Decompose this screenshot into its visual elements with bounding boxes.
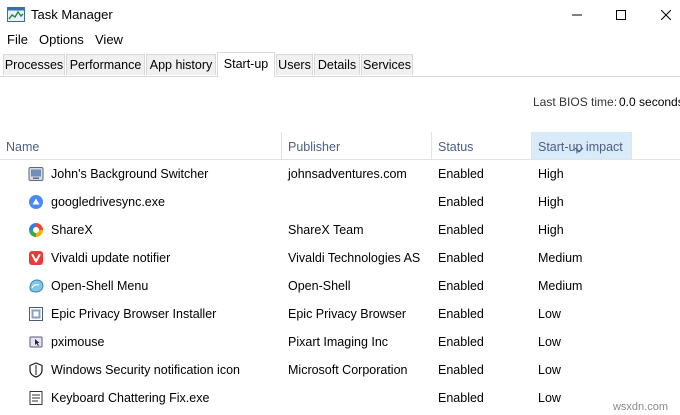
table-row[interactable]: Keyboard Chattering Fix.exe Enabled Low [0,384,680,412]
table-row[interactable]: John's Background Switcher johnsadventur… [0,160,680,188]
column-header-row: Name Publisher Status Start-up impact [0,132,680,160]
task-manager-icon [7,7,25,22]
row-impact: High [538,167,564,181]
menu-options[interactable]: Options [39,32,84,47]
row-name: Epic Privacy Browser Installer [51,307,217,321]
row-status: Enabled [438,167,484,181]
window-title: Task Manager [31,7,113,22]
row-name: ShareX [51,223,93,237]
row-name: Vivaldi update notifier [51,251,171,265]
row-status: Enabled [438,279,484,293]
tab-services[interactable]: Services [361,54,413,75]
sharex-icon [28,222,44,238]
close-button[interactable] [643,0,680,30]
row-name: googledrivesync.exe [51,195,165,209]
menu-file[interactable]: File [7,32,28,47]
row-impact: High [538,223,564,237]
table-row[interactable]: pximouse Pixart Imaging Inc Enabled Low [0,328,680,356]
row-status: Enabled [438,223,484,237]
row-impact: High [538,195,564,209]
last-bios-time-value: 0.0 seconds [619,95,680,109]
row-status: Enabled [438,363,484,377]
google-drive-icon [28,194,44,210]
tab-processes[interactable]: Processes [3,54,65,75]
table-row[interactable]: Vivaldi update notifier Vivaldi Technolo… [0,244,680,272]
table-row[interactable]: ShareX ShareX Team Enabled High [0,216,680,244]
open-shell-icon [28,278,44,294]
column-header-name[interactable]: Name [0,132,281,159]
row-impact: Low [538,363,561,377]
row-status: Enabled [438,251,484,265]
vivaldi-icon [28,250,44,266]
maximize-button[interactable] [598,0,644,30]
minimize-icon [572,14,582,16]
row-status: Enabled [438,335,484,349]
epic-browser-icon [28,306,44,322]
keyboard-fix-icon [28,390,44,406]
watermark: wsxdn.com [612,401,668,413]
table-row[interactable]: Open-Shell Menu Open-Shell Enabled Mediu… [0,272,680,300]
row-publisher: Open-Shell [288,279,351,293]
row-impact: Low [538,391,561,405]
row-status: Enabled [438,195,484,209]
tab-users[interactable]: Users [276,54,313,75]
windows-security-shield-icon [28,362,44,378]
tab-start-up[interactable]: Start-up [217,52,275,77]
row-publisher: ShareX Team [288,223,364,237]
menu-view[interactable]: View [95,32,123,47]
row-name: pximouse [51,335,105,349]
table-row[interactable]: Windows Security notification icon Micro… [0,356,680,384]
minimize-button[interactable] [554,0,600,30]
tab-performance[interactable]: Performance [66,54,145,75]
row-status: Enabled [438,391,484,405]
johns-background-switcher-icon [28,166,44,182]
column-header-status[interactable]: Status [431,132,531,159]
row-impact: Low [538,335,561,349]
row-publisher: Microsoft Corporation [288,363,408,377]
table-row[interactable]: googledrivesync.exe Enabled High [0,188,680,216]
title-bar: Task Manager [0,0,680,30]
tab-bar: Processes Performance App history Start-… [0,52,680,77]
column-header-filler [631,132,680,159]
tab-details[interactable]: Details [314,54,360,75]
row-publisher: Pixart Imaging Inc [288,335,389,349]
pximouse-icon [28,334,44,350]
table-row[interactable]: Epic Privacy Browser Installer Epic Priv… [0,300,680,328]
close-icon [661,10,671,20]
menu-bar: File Options View [0,30,680,50]
row-impact: Medium [538,251,583,265]
tab-app-history[interactable]: App history [146,54,216,75]
row-impact: Medium [538,279,583,293]
row-status: Enabled [438,307,484,321]
row-publisher: Vivaldi Technologies AS [288,251,421,265]
row-name: John's Background Switcher [51,167,209,181]
row-impact: Low [538,307,561,321]
row-publisher: johnsadventures.com [288,167,407,181]
row-name: Keyboard Chattering Fix.exe [51,391,210,405]
column-header-start-up-impact[interactable]: Start-up impact [531,132,631,159]
maximize-icon [616,10,626,20]
row-publisher: Epic Privacy Browser [288,307,407,321]
row-name: Windows Security notification icon [51,363,240,377]
column-header-publisher[interactable]: Publisher [281,132,431,159]
row-name: Open-Shell Menu [51,279,149,293]
last-bios-time-label: Last BIOS time: [533,95,618,109]
